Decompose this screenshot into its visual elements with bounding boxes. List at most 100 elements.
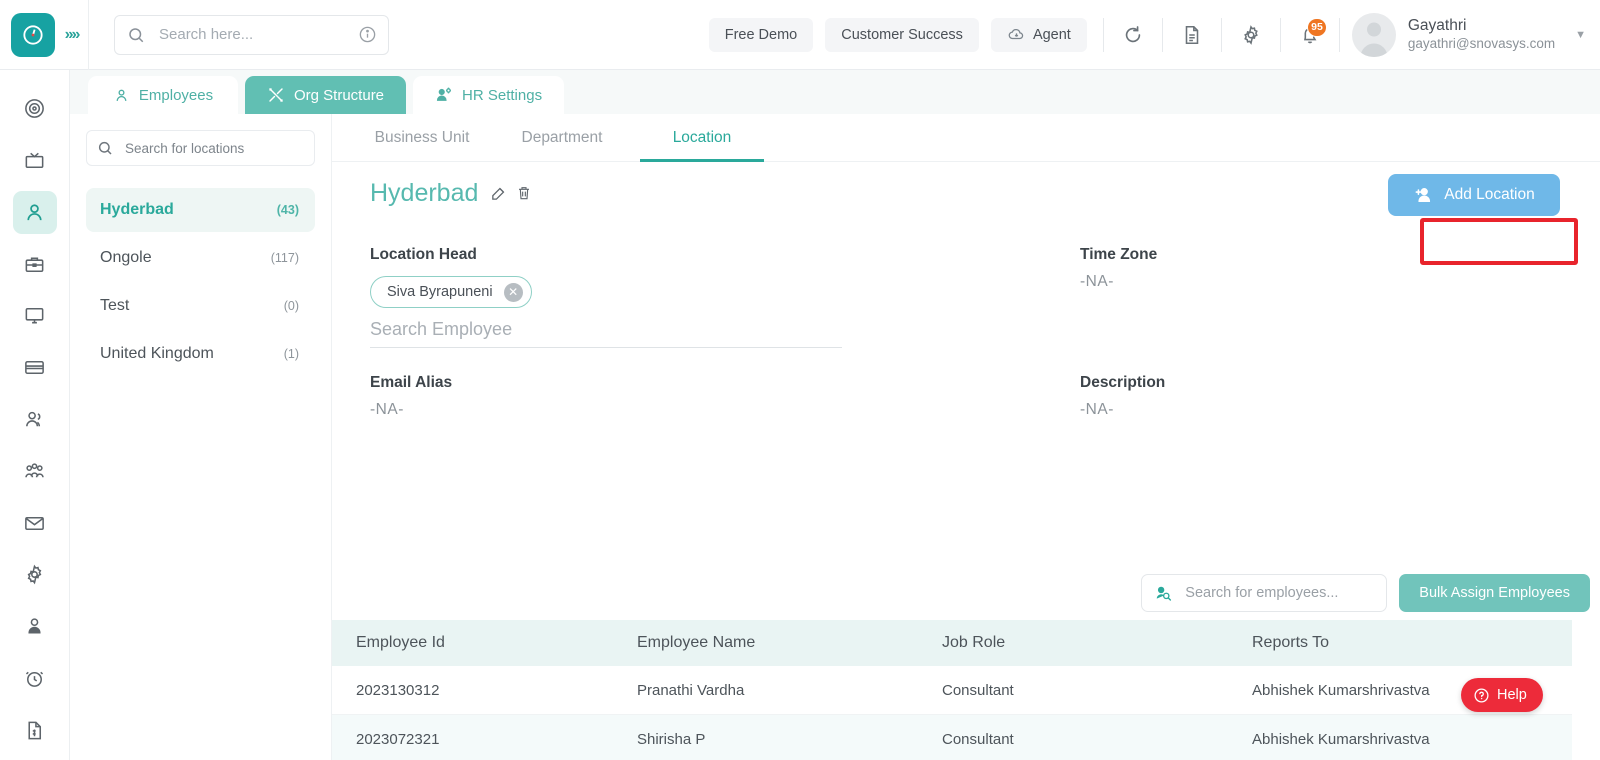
- divider: [1161, 17, 1163, 52]
- settings-gear-icon: [27, 564, 42, 585]
- sidebar-item-mail[interactable]: [13, 501, 57, 545]
- cell-job-role: Consultant: [942, 681, 1014, 699]
- question-circle-icon: [1473, 687, 1490, 704]
- card-icon: [25, 361, 44, 375]
- divider: [1279, 17, 1281, 52]
- divider: [1220, 17, 1222, 52]
- gear-icon[interactable]: [1226, 13, 1276, 57]
- time-zone-label: Time Zone: [1080, 246, 1158, 263]
- location-item-ongole[interactable]: Ongole (117): [86, 236, 315, 280]
- agent-button[interactable]: Agent: [990, 17, 1087, 52]
- user-text: Gayathri gayathri@snovasys.com: [1408, 16, 1555, 52]
- sidebar-item-payroll[interactable]: [13, 346, 57, 390]
- user-profile[interactable]: Gayathri gayathri@snovasys.com ▼: [1351, 12, 1586, 57]
- avatar-icon: [1360, 22, 1388, 57]
- tab-employees[interactable]: Employees: [88, 76, 238, 114]
- cell-reports-to: Abhishek Kumarshrivastva: [1252, 730, 1430, 748]
- top-bar: »» Free Demo Customer Success: [0, 0, 1600, 70]
- invoice-icon: [28, 721, 42, 739]
- sidebar-item-team[interactable]: [13, 449, 57, 493]
- column-header-reports-to: Reports To: [1252, 634, 1330, 651]
- employee-search[interactable]: [1141, 574, 1388, 612]
- org-subtabs: Business Unit Department Location: [332, 114, 1600, 162]
- add-location-button[interactable]: Add Location: [1388, 174, 1560, 216]
- trash-icon[interactable]: [516, 185, 532, 201]
- search-icon: [127, 26, 145, 44]
- icon-sidebar: [0, 70, 70, 760]
- user-name: Gayathri: [1407, 17, 1467, 35]
- divider: [1338, 17, 1340, 52]
- sidebar-item-profile[interactable]: [13, 605, 57, 649]
- chevron-down-icon[interactable]: ▼: [1575, 29, 1586, 41]
- team-icon: [25, 463, 44, 478]
- main-tabs: Employees Org Structure HR Settings: [70, 70, 1600, 114]
- close-circle-icon[interactable]: ✕: [503, 282, 523, 302]
- table-row[interactable]: 2023130312 Pranathi Vardha Consultant Ab…: [332, 666, 1572, 715]
- subtab-department[interactable]: Department: [492, 114, 632, 162]
- sidebar-item-users[interactable]: [13, 398, 57, 442]
- location-search-input[interactable]: [125, 140, 304, 156]
- sidebar-item-attendance[interactable]: [13, 656, 57, 700]
- document-icon[interactable]: [1167, 13, 1217, 57]
- content-area: Business Unit Department Location Hyderb…: [332, 114, 1600, 760]
- location-item-test[interactable]: Test (0): [86, 284, 315, 328]
- search-input[interactable]: [159, 26, 358, 43]
- sidebar-item-monitor[interactable]: [13, 294, 57, 338]
- location-search[interactable]: [86, 130, 315, 166]
- sidebar-item-people[interactable]: [12, 190, 57, 235]
- location-header: Hyderbad Add Location: [332, 162, 1600, 265]
- location-head-label: Location Head: [370, 246, 477, 263]
- sidebar-item-target[interactable]: [13, 87, 57, 131]
- employee-chip[interactable]: Siva Byrapuneni ✕: [370, 276, 532, 308]
- location-item-hyderbad[interactable]: Hyderbad (43): [86, 188, 315, 232]
- cell-employee-id: 2023072321: [356, 730, 440, 748]
- app-logo[interactable]: [11, 12, 55, 57]
- sidebar-item-invoice[interactable]: [13, 708, 57, 752]
- locations-panel: Hyderbad (43) Ongole (117) Test (0) Unit…: [70, 114, 332, 760]
- location-item-label: United Kingdom: [100, 345, 214, 362]
- edit-icon[interactable]: [490, 185, 507, 202]
- location-list: Hyderbad (43) Ongole (117) Test (0) Unit…: [86, 188, 315, 376]
- search-employee-input[interactable]: Search Employee: [370, 319, 842, 348]
- sidebar-item-tv[interactable]: [13, 139, 57, 183]
- sidebar-expand-toggle[interactable]: »»: [55, 0, 89, 70]
- table-row[interactable]: 2023072321 Shirisha P Consultant Abhishe…: [332, 715, 1572, 760]
- person-icon: [113, 87, 130, 104]
- cloud-download-icon: [1007, 25, 1026, 44]
- description-field: Description -NA-: [1080, 374, 1580, 419]
- subtab-location[interactable]: Location: [632, 114, 772, 162]
- refresh-icon[interactable]: [1108, 13, 1158, 57]
- tab-hr-settings[interactable]: HR Settings: [413, 76, 565, 114]
- target-icon: [25, 99, 44, 119]
- global-search[interactable]: [114, 14, 389, 55]
- tab-org-structure-label: Org Structure: [294, 86, 385, 104]
- customer-success-button[interactable]: Customer Success: [825, 17, 979, 52]
- sidebar-item-jobs[interactable]: [13, 242, 57, 286]
- subtab-business-unit[interactable]: Business Unit: [352, 114, 492, 162]
- info-circle-icon[interactable]: [358, 25, 377, 44]
- location-item-united-kingdom[interactable]: United Kingdom (1): [86, 332, 315, 376]
- help-button[interactable]: Help: [1461, 678, 1543, 712]
- employee-chip-label: Siva Byrapuneni: [387, 284, 493, 300]
- page-title: Hyderbad: [370, 178, 479, 207]
- bulk-assign-employees-button[interactable]: Bulk Assign Employees: [1399, 574, 1590, 612]
- email-alias-label: Email Alias: [370, 374, 453, 391]
- employee-search-input[interactable]: [1185, 585, 1375, 601]
- help-button-label: Help: [1497, 687, 1527, 703]
- users-icon: [26, 411, 41, 427]
- briefcase-icon: [25, 257, 44, 272]
- location-details-form: Location Head Siva Byrapuneni ✕ Search E…: [332, 224, 1600, 760]
- sidebar-item-settings[interactable]: [13, 553, 57, 597]
- person-icon: [27, 204, 42, 221]
- tab-org-structure[interactable]: Org Structure: [245, 76, 407, 114]
- tab-employees-label: Employees: [138, 86, 214, 104]
- notifications-button[interactable]: 95: [1285, 13, 1335, 57]
- location-item-label: Hyderbad: [100, 201, 174, 218]
- description-label: Description: [1080, 374, 1166, 391]
- email-alias-value: -NA-: [370, 401, 404, 418]
- free-demo-button[interactable]: Free Demo: [708, 17, 814, 52]
- location-item-label: Ongole: [100, 249, 152, 266]
- cell-employee-id: 2023130312: [356, 681, 440, 699]
- location-item-label: Test: [100, 297, 130, 314]
- location-head-chips: Siva Byrapuneni ✕: [370, 276, 970, 308]
